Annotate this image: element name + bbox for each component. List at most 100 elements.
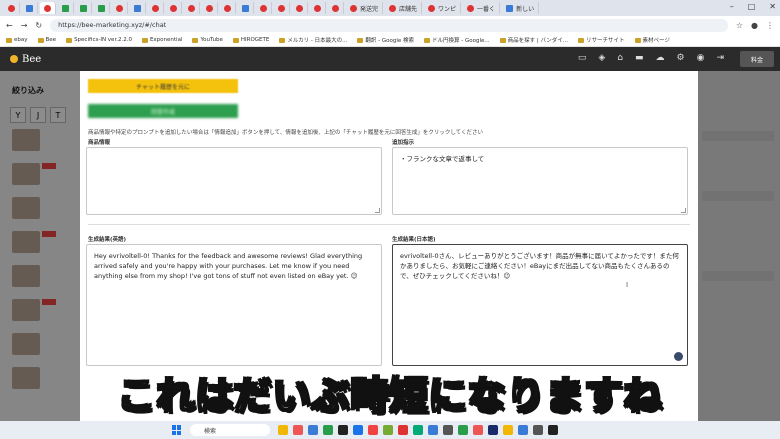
- bookmark-label: 商品を探す | バンダイ...: [507, 38, 569, 44]
- taskbar-app-icon[interactable]: [308, 425, 318, 435]
- taskbar-app-icon[interactable]: [518, 425, 528, 435]
- browser-tab[interactable]: [310, 2, 326, 14]
- taskbar-app-icon[interactable]: [443, 425, 453, 435]
- bookmark-item[interactable]: HIROGETE: [232, 37, 269, 43]
- bookmark-item[interactable]: 素材ページ: [634, 36, 670, 44]
- browser-tab[interactable]: [274, 2, 290, 14]
- additional-prompt-input[interactable]: ・フランクな文章で返事して: [392, 147, 688, 215]
- tab-favicon-icon: [26, 4, 33, 12]
- result-en-label: 生成結果(英語): [88, 237, 127, 243]
- bookmark-item[interactable]: YouTube: [192, 37, 223, 43]
- bookmark-item[interactable]: Specifics-IN ver.2.2.0: [66, 37, 132, 43]
- back-icon[interactable]: ←: [6, 21, 13, 30]
- assistant-bubble-icon[interactable]: [674, 352, 683, 361]
- taskbar-app-icon[interactable]: [533, 425, 543, 435]
- chat-icon[interactable]: ▭: [578, 53, 587, 63]
- browser-tab[interactable]: [94, 2, 110, 14]
- bookmark-item[interactable]: リサーチサイト: [578, 36, 625, 44]
- taskbar-app-icon[interactable]: [458, 425, 468, 435]
- cloud-icon[interactable]: ☁: [656, 53, 665, 63]
- resize-handle[interactable]: [375, 208, 380, 213]
- bookmark-item[interactable]: Exponential: [141, 37, 183, 43]
- taskbar-app-icon[interactable]: [383, 425, 393, 435]
- forward-icon[interactable]: →: [21, 21, 28, 30]
- bookmark-item[interactable]: ドル円換算 - Google...: [424, 36, 490, 44]
- box-icon[interactable]: ◈: [598, 53, 605, 63]
- taskbar-app-icon[interactable]: [398, 425, 408, 435]
- settings-icon[interactable]: ⚙: [677, 53, 685, 63]
- maximize-icon[interactable]: □: [748, 2, 756, 11]
- browser-tab[interactable]: [292, 2, 308, 14]
- bookmark-item[interactable]: ebay: [6, 37, 28, 43]
- browser-tab[interactable]: [328, 2, 344, 14]
- bookmark-label: ebay: [14, 37, 28, 43]
- taskbar-app-icon[interactable]: [353, 425, 363, 435]
- browser-tab[interactable]: [40, 2, 56, 14]
- product-info-input[interactable]: [86, 147, 382, 215]
- browser-tab[interactable]: [220, 2, 236, 14]
- bookmark-label: Exponential: [149, 37, 183, 43]
- taskbar-app-icon[interactable]: [293, 425, 303, 435]
- browser-tab[interactable]: [4, 2, 20, 14]
- browser-tab[interactable]: [22, 2, 38, 14]
- taskbar-app-icon[interactable]: [473, 425, 483, 435]
- profile-icon[interactable]: ●: [751, 21, 758, 30]
- browser-tab[interactable]: 発送完: [346, 2, 384, 14]
- bookmark-item[interactable]: Bee: [37, 37, 56, 43]
- taskbar-app-icon[interactable]: [428, 425, 438, 435]
- star-icon[interactable]: ☆: [736, 21, 743, 30]
- taskbar-app-icon[interactable]: [368, 425, 378, 435]
- bookmark-item[interactable]: 翻訳 - Google 検索: [357, 36, 414, 44]
- browser-tab[interactable]: [202, 2, 218, 14]
- close-icon[interactable]: ✕: [769, 2, 776, 11]
- result-ja-output[interactable]: evrivoltell-0さん、レビューありがとうございます！商品が無事に届いて…: [392, 244, 688, 366]
- bank-icon[interactable]: ⌂: [617, 53, 623, 63]
- menu-icon[interactable]: ⋮: [766, 21, 774, 30]
- taskbar-app-icon[interactable]: [278, 425, 288, 435]
- bookmark-item[interactable]: 商品を探す | バンダイ...: [499, 36, 569, 44]
- windows-start-icon[interactable]: [172, 425, 182, 435]
- taskbar-apps: [278, 425, 558, 435]
- browser-tab[interactable]: [112, 2, 128, 14]
- taskbar-app-icon[interactable]: [503, 425, 513, 435]
- tab-favicon-icon: [314, 4, 321, 12]
- bookmark-item[interactable]: メルカリ - 日本最大の...: [279, 36, 347, 44]
- tab-favicon-icon: [206, 4, 213, 12]
- tab-label: 一番く: [477, 5, 496, 13]
- generate-button[interactable]: 回答作成: [88, 104, 238, 118]
- history-generate-button[interactable]: チャット履歴を元に: [88, 79, 238, 93]
- browser-tab[interactable]: [166, 2, 182, 14]
- app-logo-text: Bee: [22, 53, 42, 65]
- truck-icon[interactable]: ▬: [635, 53, 644, 63]
- browser-tab[interactable]: [184, 2, 200, 14]
- browser-tab[interactable]: [256, 2, 272, 14]
- browser-tab[interactable]: [238, 2, 254, 14]
- browser-tab[interactable]: 新しい: [502, 2, 540, 14]
- browser-tab[interactable]: [130, 2, 146, 14]
- browser-tab[interactable]: [148, 2, 164, 14]
- price-button[interactable]: 料金: [740, 51, 774, 67]
- browser-tab[interactable]: 店舗先: [385, 2, 423, 14]
- bookmark-icon: [634, 37, 641, 43]
- minimize-icon[interactable]: –: [730, 2, 734, 11]
- account-icon[interactable]: ◉: [697, 53, 705, 63]
- taskbar-app-icon[interactable]: [548, 425, 558, 435]
- reload-icon[interactable]: ↻: [35, 21, 42, 30]
- taskbar-app-icon[interactable]: [323, 425, 333, 435]
- browser-tab[interactable]: 一番く: [463, 2, 501, 14]
- browser-tab[interactable]: ワンピ: [424, 2, 462, 14]
- bee-logo-icon: [10, 55, 18, 63]
- result-en-output[interactable]: Hey evrivoltell-0! Thanks for the feedba…: [86, 244, 382, 366]
- taskbar-search-text: 検索: [204, 427, 217, 435]
- taskbar-app-icon[interactable]: [413, 425, 423, 435]
- resize-handle[interactable]: [681, 208, 686, 213]
- url-field[interactable]: https://bee-marketing.xyz/#/chat: [50, 18, 728, 32]
- browser-tab[interactable]: [58, 2, 74, 14]
- logout-icon[interactable]: ⇥: [716, 53, 724, 63]
- app-logo[interactable]: Bee: [10, 54, 41, 65]
- browser-tab[interactable]: [76, 2, 92, 14]
- result-ja-label: 生成結果(日本語): [392, 237, 436, 243]
- taskbar-app-icon[interactable]: [488, 425, 498, 435]
- taskbar-app-icon[interactable]: [338, 425, 348, 435]
- taskbar-search[interactable]: 検索: [190, 424, 270, 436]
